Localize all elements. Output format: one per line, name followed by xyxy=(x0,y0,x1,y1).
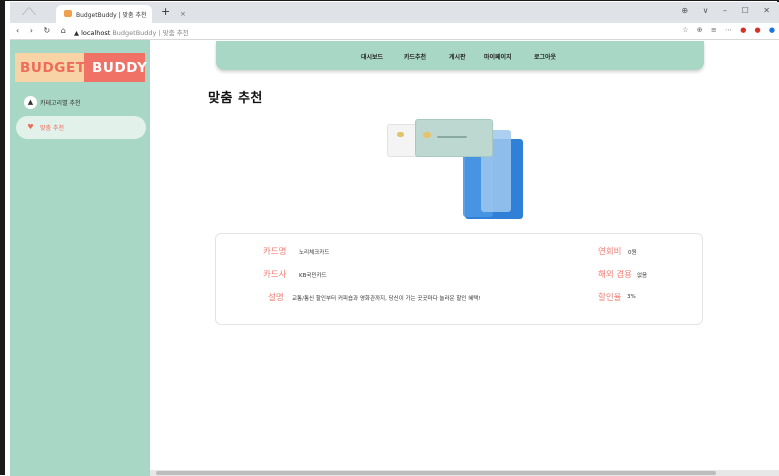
extension-red-icon[interactable]: ● xyxy=(740,26,749,34)
tab-close-icon[interactable]: × xyxy=(180,10,186,18)
nav-dashboard[interactable]: 대시보드 xyxy=(361,52,383,61)
browser-toolbar: ☆ ⊕ ≡ ⋯ ● ● ● xyxy=(682,26,778,34)
browser-logo-icon: ⟋⟍ xyxy=(22,7,36,18)
sidebar-item-category[interactable]: ▲ 카테고리별 추천 xyxy=(16,91,146,114)
nav-logout[interactable]: 로그아웃 xyxy=(534,52,556,61)
nav-card-recommend[interactable]: 카드추천 xyxy=(404,52,426,61)
tab-favicon-icon xyxy=(64,10,72,17)
card-company-label: 카드사 xyxy=(263,270,287,280)
url-host: localhost xyxy=(81,29,111,37)
sidebar-item-label: 카테고리별 추천 xyxy=(40,100,81,107)
url-field[interactable]: ▲ localhost BudgetBuddy | 맞춤 추천 xyxy=(74,27,189,37)
sidebar-item-label: 맞춤 추천 xyxy=(40,125,64,132)
toolbar-icons[interactable]: ☆ ⊕ ≡ ⋯ xyxy=(682,26,735,34)
window-controls[interactable]: ⊕ ∨ – ☐ ✕ xyxy=(681,6,776,15)
nav-buttons[interactable]: ‹ › ↻ ⌂ xyxy=(16,26,70,35)
overseas-label: 해외 겸용 xyxy=(598,270,632,280)
page: BUDGET BUDDY ▲ 카테고리별 추천 ♥ 맞춤 추천 대시보드 카드추… xyxy=(10,40,779,476)
profile-icon[interactable]: ● xyxy=(769,26,778,34)
card-stripe xyxy=(437,136,467,138)
new-tab-button[interactable]: + xyxy=(161,5,170,18)
card-desc-label: 설명 xyxy=(268,293,284,303)
brand-logo[interactable]: BUDGET BUDDY xyxy=(15,53,147,82)
annual-fee-label: 연회비 xyxy=(598,247,622,257)
discount-label: 할인율 xyxy=(598,293,622,303)
overseas-value: 없음 xyxy=(637,273,648,279)
nav-board[interactable]: 게시판 xyxy=(449,52,466,61)
brand-part2: BUDDY xyxy=(84,53,147,82)
extension-red2-icon[interactable]: ● xyxy=(755,26,764,34)
tab-bar: ⟋⟍ BudgetBuddy | 맞춤 추천 × + ⊕ ∨ – ☐ ✕ xyxy=(10,2,779,23)
url-rest: BudgetBuddy | 맞춤 추천 xyxy=(112,29,189,37)
card-image xyxy=(383,115,533,220)
sidebar-item-custom[interactable]: ♥ 맞춤 추천 xyxy=(16,116,146,139)
annual-fee-value: 0원 xyxy=(628,250,637,256)
card-info-box: 카드명 노리체크카드 카드사 KB국민카드 설명 교통/통신 할인부터 커피숍과… xyxy=(215,233,703,325)
page-title: 맞춤 추천 xyxy=(208,91,263,106)
card-desc-value: 교통/통신 할인부터 커피숍과 영화관까지, 당신이 가는 곳곳마다 놀라운 할… xyxy=(292,296,481,302)
nav-mypage[interactable]: 마이페이지 xyxy=(484,52,512,61)
category-icon: ▲ xyxy=(24,96,37,109)
card-chip-front xyxy=(423,132,431,138)
card-chip-left xyxy=(397,132,404,137)
scrollbar-thumb[interactable] xyxy=(156,471,716,475)
sidebar: BUDGET BUDDY ▲ 카테고리별 추천 ♥ 맞춤 추천 xyxy=(10,40,150,476)
brand-part1: BUDGET xyxy=(15,53,85,82)
heart-icon: ♥ xyxy=(27,123,34,131)
browser-tab[interactable]: BudgetBuddy | 맞춤 추천 × xyxy=(56,5,186,23)
card-name-label: 카드명 xyxy=(263,247,287,257)
discount-value: 3% xyxy=(627,294,636,300)
card-front xyxy=(415,119,493,157)
browser-window: ⟋⟍ BudgetBuddy | 맞춤 추천 × + ⊕ ∨ – ☐ ✕ ‹ ›… xyxy=(0,0,779,476)
top-navigation: 대시보드 카드추천 게시판 마이페이지 로그아웃 xyxy=(216,41,704,70)
address-bar: ‹ › ↻ ⌂ ▲ localhost BudgetBuddy | 맞춤 추천 … xyxy=(10,23,779,40)
horizontal-scrollbar[interactable] xyxy=(150,470,779,476)
card-company-value: KB국민카드 xyxy=(299,273,327,279)
tab-title: BudgetBuddy | 맞춤 추천 xyxy=(76,12,147,19)
card-name-value: 노리체크카드 xyxy=(299,250,330,256)
